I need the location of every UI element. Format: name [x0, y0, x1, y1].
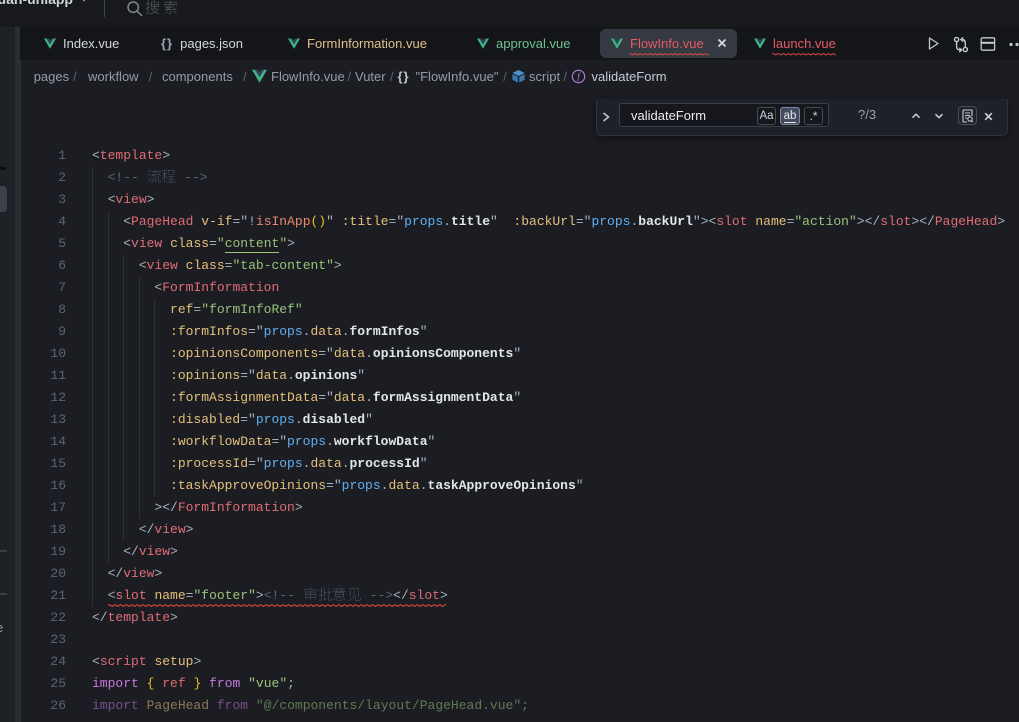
svg-text:f: f [577, 71, 581, 81]
